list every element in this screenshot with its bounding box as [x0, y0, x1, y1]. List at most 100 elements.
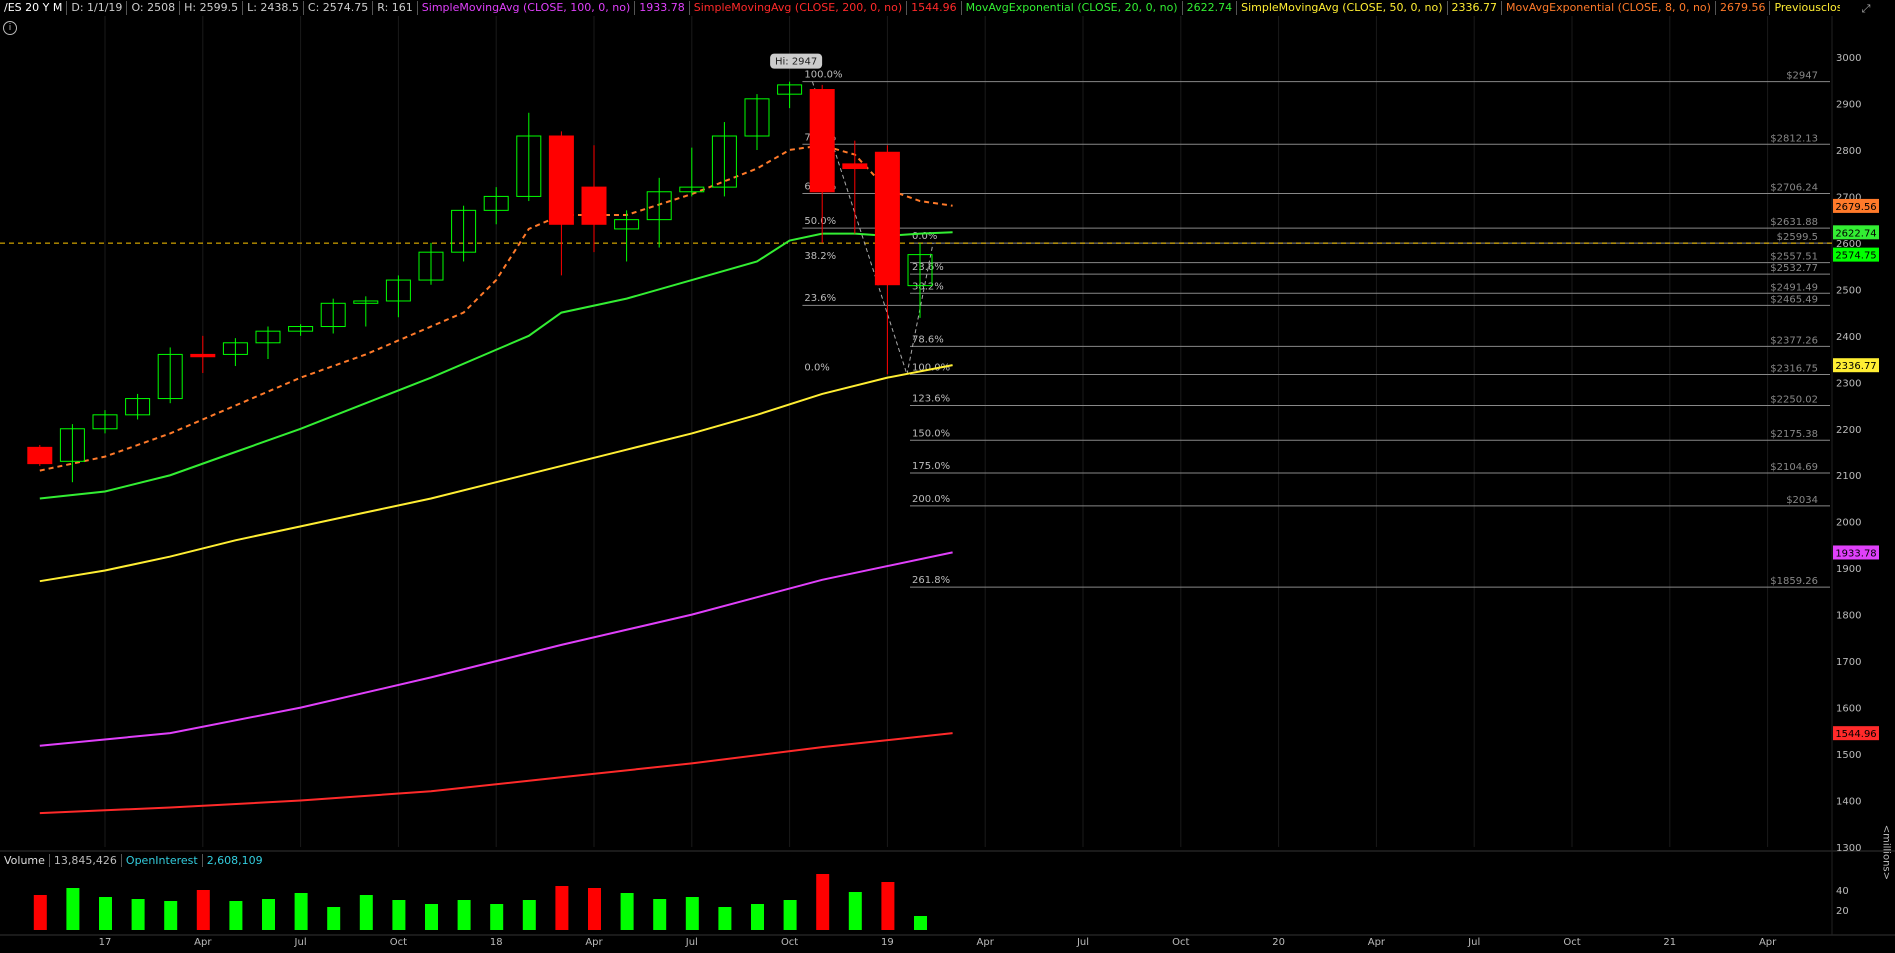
- fib-price-label: $2034: [1786, 495, 1818, 506]
- price-axis-tick: 2500: [1836, 285, 1861, 296]
- candle-body: [581, 186, 607, 225]
- fib-percent-label: 150.0%: [912, 428, 950, 439]
- volume-bar: [262, 899, 275, 930]
- volume-bar: [359, 895, 373, 930]
- fib-percent-label: 0.0%: [804, 362, 829, 373]
- candle-body: [809, 89, 835, 193]
- time-axis-label: Jul: [685, 937, 698, 948]
- candle-body: [548, 135, 574, 225]
- price-axis-tick: 1800: [1836, 611, 1861, 622]
- time-axis-label: Apr: [1759, 937, 1777, 948]
- volume-unit-label: <millions>: [1880, 824, 1891, 880]
- price-badge-label: 2679.56: [1835, 202, 1876, 213]
- fib-price-label: $2377.26: [1770, 335, 1818, 346]
- volume-bar: [653, 899, 667, 930]
- fib-percent-label: 100.0%: [804, 70, 842, 81]
- candle-body: [874, 151, 900, 286]
- price-badge-label: 2574.75: [1835, 251, 1876, 262]
- fib-price-label: $2631.88: [1770, 217, 1818, 228]
- fib-price-label: $2175.38: [1770, 429, 1818, 440]
- fib-percent-label: 50.0%: [804, 216, 836, 227]
- price-chart[interactable]: $2947 $2812.13 $2706.24 $2631.88 $2599.5 $255…: [0, 0, 1895, 953]
- fib-price-label: $2250.02: [1770, 395, 1818, 406]
- volume-bar: [588, 888, 601, 930]
- price-axis-tick: 1300: [1836, 843, 1861, 854]
- volume-axis-tick: 20: [1836, 906, 1849, 917]
- price-axis-tick: 2300: [1836, 378, 1861, 389]
- volume-bar: [196, 890, 210, 930]
- volume-bar: [881, 882, 895, 930]
- fib-percent-label: 123.6%: [912, 394, 950, 405]
- volume-bar: [33, 895, 47, 930]
- time-axis-label: 17: [99, 937, 112, 948]
- price-axis-tick: 2200: [1836, 425, 1861, 436]
- fib-percent-label: 200.0%: [912, 494, 950, 505]
- volume-bar: [522, 900, 536, 930]
- fib-price-label: $2599.5: [1777, 232, 1818, 243]
- time-axis-label: Apr: [1368, 937, 1386, 948]
- candle-body: [842, 163, 868, 170]
- volume-bar: [425, 904, 438, 930]
- fib-price-label: $2465.49: [1770, 294, 1818, 305]
- volume-bar: [66, 888, 80, 930]
- fib-percent-label: 38.2%: [912, 282, 944, 293]
- time-axis-label: Oct: [781, 937, 798, 948]
- price-badge-label: 1544.96: [1835, 729, 1876, 740]
- fib-percent-label: 23.6%: [804, 293, 836, 304]
- openinterest-title: OpenInterest: [122, 854, 203, 867]
- price-axis-tick: 2800: [1836, 146, 1861, 157]
- price-badge-label: 2336.77: [1835, 361, 1876, 372]
- time-axis-label: Apr: [194, 937, 212, 948]
- hi-label-text: Hi: 2947: [775, 57, 817, 68]
- time-axis-label: Apr: [585, 937, 603, 948]
- price-axis-tick: 1700: [1836, 657, 1861, 668]
- fib-price-label: $2491.49: [1770, 282, 1818, 293]
- fib-price-label: $1859.26: [1770, 576, 1818, 587]
- volume-bar: [392, 900, 406, 930]
- volume-bar: [99, 897, 112, 930]
- price-axis-tick: 1500: [1836, 750, 1861, 761]
- volume-axis-tick: 40: [1836, 886, 1849, 897]
- price-axis-tick: 1600: [1836, 704, 1861, 715]
- price-axis-tick: 2900: [1836, 99, 1861, 110]
- fib-price-label: $2104.69: [1770, 462, 1818, 473]
- time-axis-label: Jul: [1467, 937, 1480, 948]
- price-axis-tick: 2000: [1836, 518, 1861, 529]
- volume-bar: [848, 892, 862, 930]
- fib-price-label: $2316.75: [1770, 364, 1818, 375]
- fib-percent-label: 78.6%: [912, 335, 944, 346]
- fib-price-label: $2812.13: [1770, 133, 1818, 144]
- time-axis-label: Jul: [1076, 937, 1089, 948]
- volume-bar: [555, 886, 569, 930]
- volume-bar: [164, 901, 178, 930]
- fib-percent-label: 175.0%: [912, 461, 950, 472]
- fib-percent-label: 23.6%: [912, 262, 944, 273]
- volume-bar: [229, 901, 243, 930]
- volume-bar: [620, 893, 634, 930]
- volume-bar: [327, 907, 341, 930]
- volume-bar: [914, 916, 927, 930]
- fib-price-label: $2557.51: [1770, 252, 1818, 263]
- price-axis-tick: 2400: [1836, 332, 1861, 343]
- volume-title: Volume: [0, 854, 50, 867]
- volume-bar: [718, 907, 732, 930]
- volume-bar: [685, 897, 699, 930]
- candle-body: [190, 353, 216, 358]
- price-axis-tick: 3000: [1836, 53, 1861, 64]
- time-axis-label: 19: [881, 937, 894, 948]
- time-axis-label: Oct: [1563, 937, 1580, 948]
- openinterest-value: 2,608,109: [206, 854, 263, 867]
- price-axis-tick: 2100: [1836, 471, 1861, 482]
- fib-percent-label: 38.2%: [804, 251, 836, 262]
- price-badge-label: 1933.78: [1835, 548, 1876, 559]
- price-axis-tick: 1400: [1836, 797, 1861, 808]
- time-axis-label: Apr: [977, 937, 995, 948]
- volume-bar: [783, 900, 797, 930]
- volume-header: Volume 13,845,426 OpenInterest 2,608,109: [0, 853, 267, 868]
- volume-bar: [131, 899, 145, 930]
- time-axis-label: 18: [490, 937, 503, 948]
- fib-price-label: $2947: [1786, 71, 1818, 82]
- price-axis-tick: 1900: [1836, 564, 1861, 575]
- fib-percent-label: 261.8%: [912, 575, 950, 586]
- time-axis-label: Jul: [294, 937, 307, 948]
